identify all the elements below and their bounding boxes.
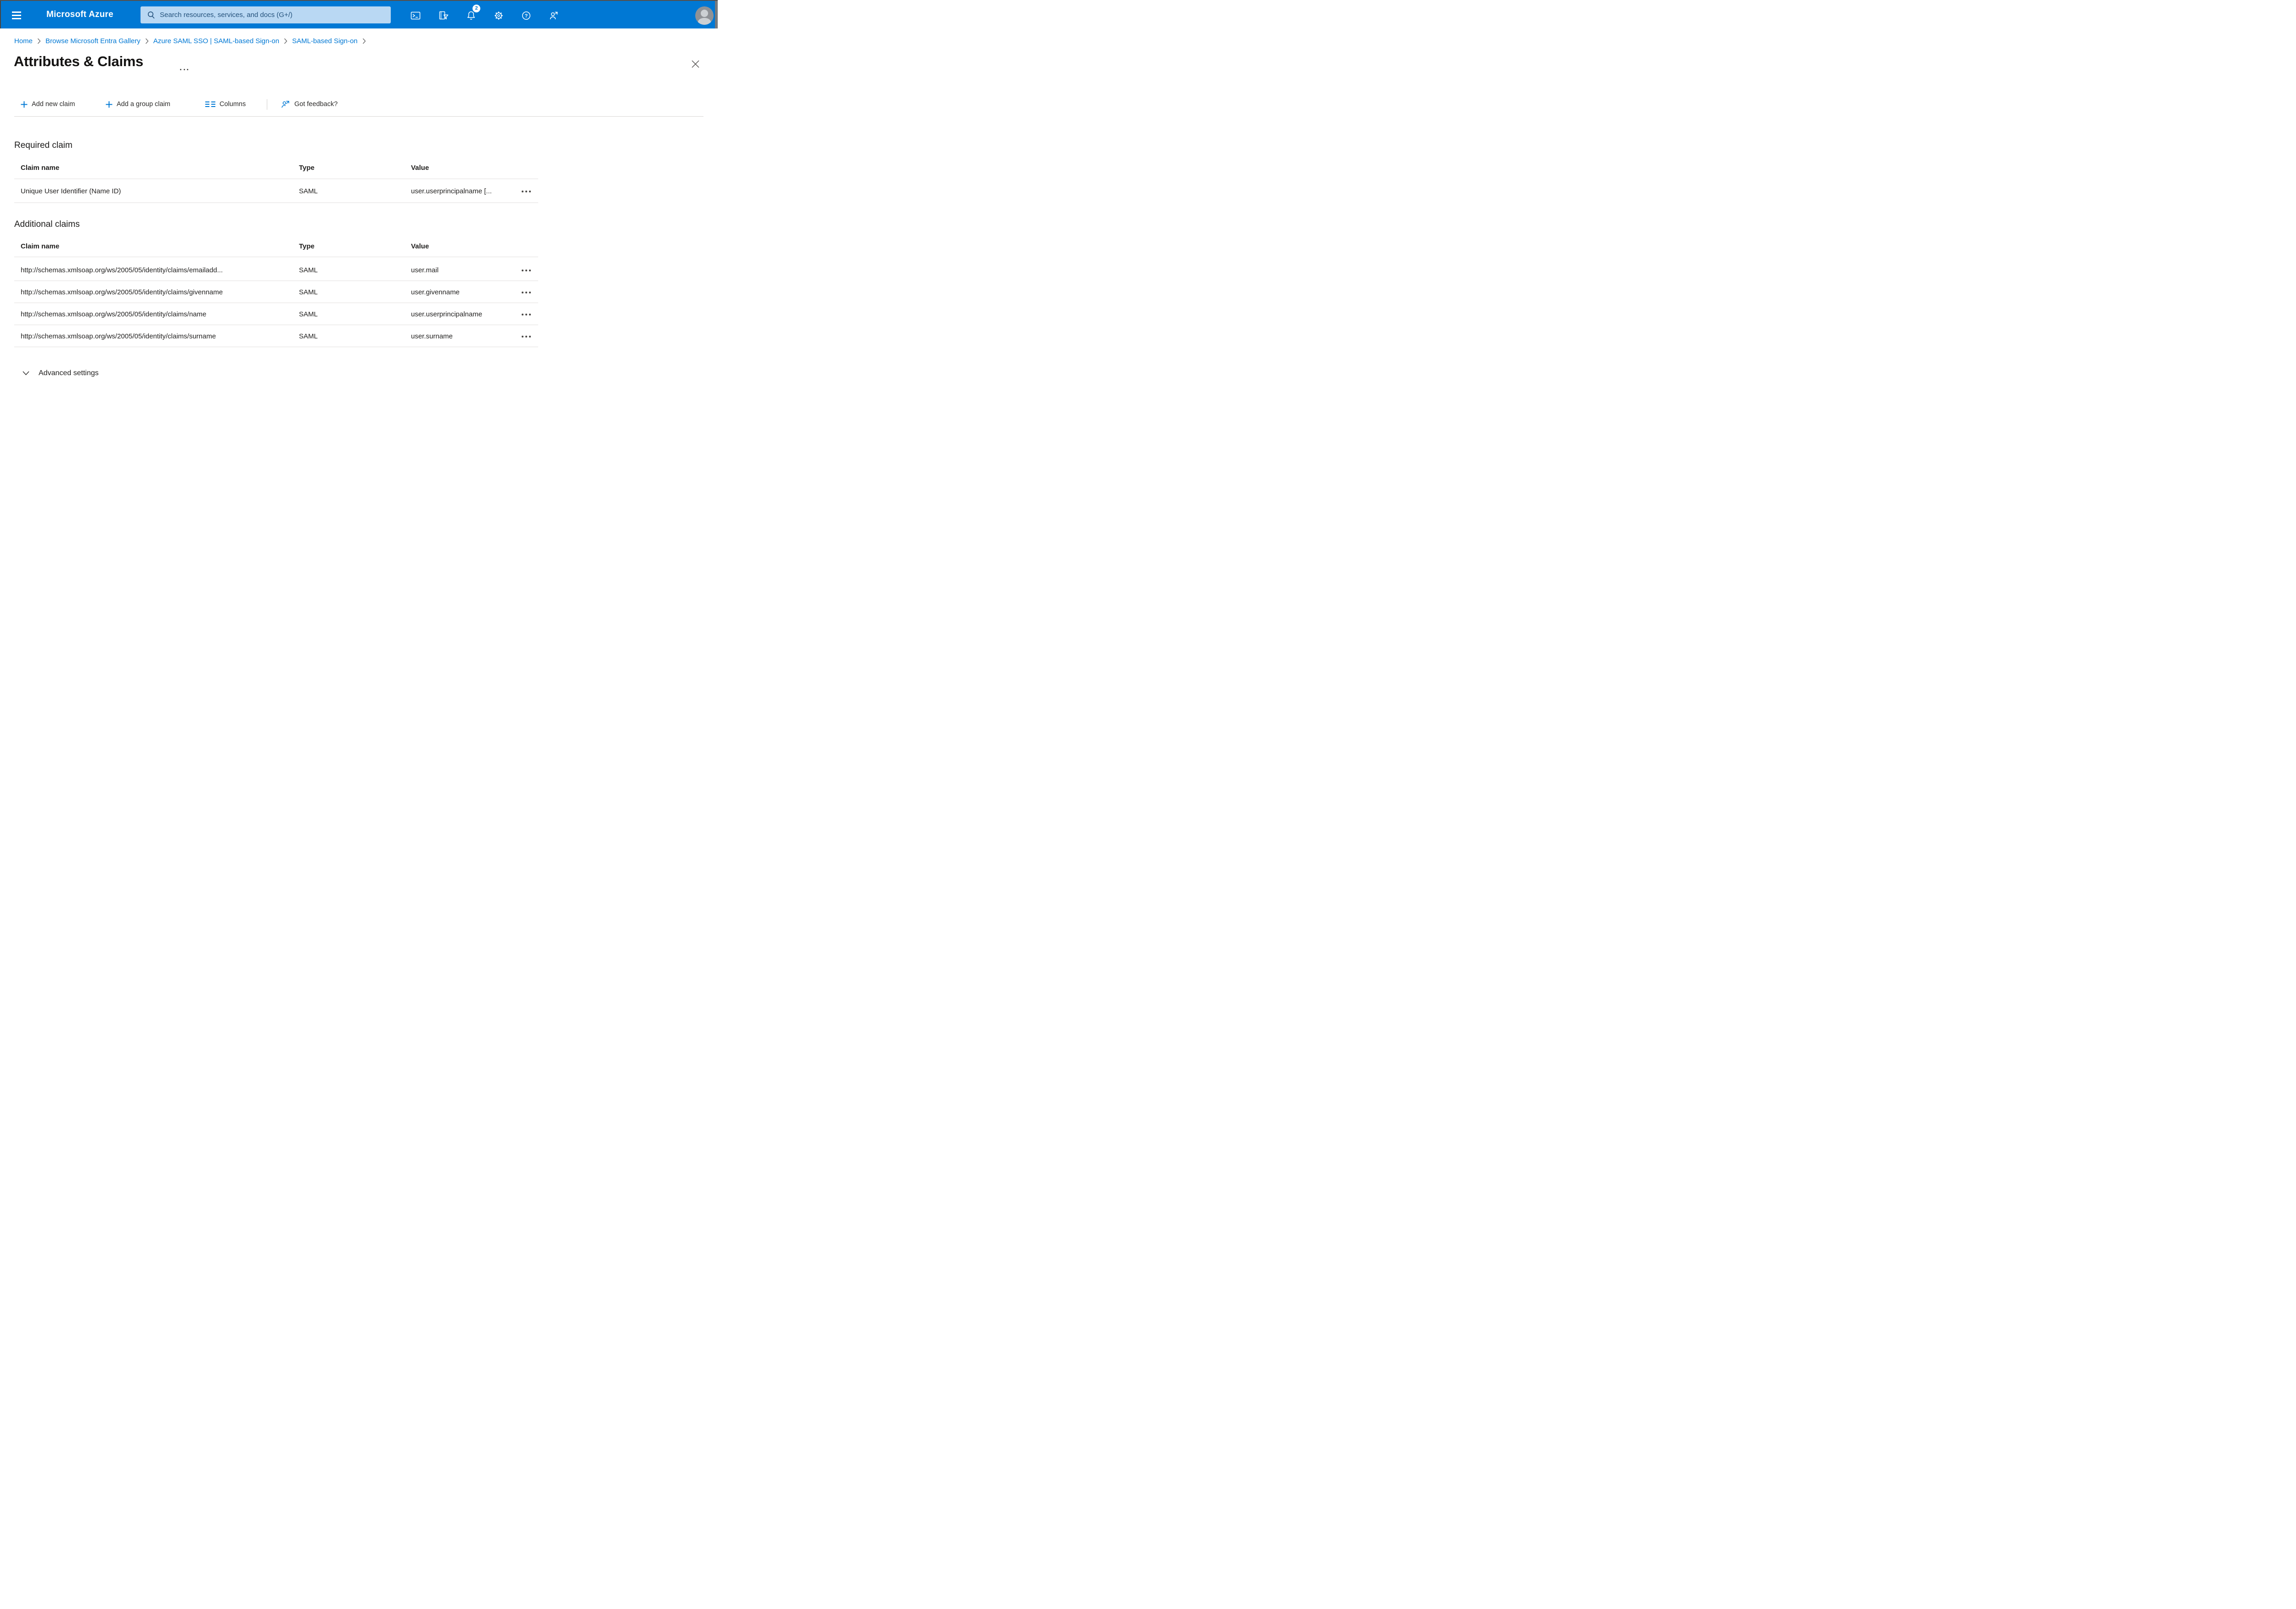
row-ellipsis-icon[interactable]: [518, 266, 535, 275]
avatar-body: [698, 18, 711, 25]
avatar[interactable]: [695, 6, 714, 25]
breadcrumb-gallery[interactable]: Browse Microsoft Entra Gallery: [45, 37, 141, 45]
search-input[interactable]: [155, 6, 391, 23]
breadcrumb: Home Browse Microsoft Entra Gallery Azur…: [14, 36, 371, 46]
more-options-icon[interactable]: [179, 68, 190, 72]
directories-filter-icon[interactable]: [438, 10, 449, 21]
topbar-right-edge: [715, 1, 718, 28]
page-title: Attributes & Claims: [14, 53, 143, 69]
column-header-type: Type: [299, 242, 315, 250]
search-icon: [148, 11, 155, 19]
svg-text:?: ?: [525, 13, 528, 19]
cloud-shell-icon[interactable]: [410, 10, 421, 21]
chevron-down-icon: [23, 371, 29, 375]
breadcrumb-app-sso[interactable]: Azure SAML SSO | SAML-based Sign-on: [153, 37, 279, 45]
add-new-claim-label: Add new claim: [32, 101, 75, 108]
settings-gear-icon[interactable]: [493, 10, 504, 21]
value-cell: user.mail: [411, 266, 439, 274]
feedback-person-icon[interactable]: [548, 10, 559, 21]
value-cell: user.userprincipalname [...: [411, 187, 492, 195]
global-search-box[interactable]: [141, 6, 391, 23]
column-header-claim-name: Claim name: [21, 242, 60, 250]
value-cell: user.givenname: [411, 288, 460, 296]
claim-name-cell[interactable]: http://schemas.xmlsoap.org/ws/2005/05/id…: [21, 287, 223, 298]
type-cell: SAML: [299, 266, 318, 274]
value-cell: user.userprincipalname: [411, 310, 483, 318]
topbar: Microsoft Azure Search resources, servic…: [0, 1, 718, 28]
window-left-edge: [0, 1, 1, 28]
chevron-right-icon: [362, 38, 366, 44]
chevron-right-icon: [145, 38, 149, 44]
brand-title[interactable]: Microsoft Azure: [46, 1, 113, 28]
row-ellipsis-icon[interactable]: [518, 310, 535, 319]
claim-name-cell[interactable]: Unique User Identifier (Name ID): [21, 186, 121, 197]
close-icon[interactable]: [690, 58, 701, 69]
value-cell: user.surname: [411, 332, 453, 340]
type-cell: SAML: [299, 310, 318, 318]
notification-badge[interactable]: 2: [473, 5, 480, 12]
chevron-right-icon: [37, 38, 41, 44]
row-ellipsis-icon[interactable]: [518, 288, 535, 297]
add-new-claim-button[interactable]: Add new claim: [21, 98, 75, 111]
breadcrumb-saml-signon[interactable]: SAML-based Sign-on: [292, 37, 358, 45]
claim-name-cell[interactable]: http://schemas.xmlsoap.org/ws/2005/05/id…: [21, 309, 206, 320]
advanced-settings-label: Advanced settings: [39, 369, 99, 377]
advanced-settings-toggle[interactable]: Advanced settings: [23, 367, 99, 379]
type-cell: SAML: [299, 187, 318, 195]
type-cell: SAML: [299, 332, 318, 340]
add-icon: [21, 101, 28, 107]
got-feedback-button[interactable]: Got feedback?: [281, 98, 338, 111]
additional-claims-heading: Additional claims: [14, 219, 80, 229]
got-feedback-label: Got feedback?: [294, 101, 338, 108]
type-cell: SAML: [299, 288, 318, 296]
toolbar-bottom-divider: [14, 116, 703, 117]
add-group-claim-label: Add a group claim: [117, 101, 170, 108]
avatar-head: [701, 10, 708, 17]
required-claim-heading: Required claim: [14, 141, 73, 150]
column-header-value: Value: [411, 242, 429, 250]
columns-button[interactable]: Columns: [205, 98, 246, 111]
got-feedback-icon: [281, 101, 289, 108]
columns-label: Columns: [219, 101, 246, 108]
chevron-right-icon: [284, 38, 287, 44]
claim-name-cell[interactable]: http://schemas.xmlsoap.org/ws/2005/05/id…: [21, 265, 223, 276]
row-ellipsis-icon[interactable]: [518, 332, 535, 341]
add-group-claim-button[interactable]: Add a group claim: [106, 98, 170, 111]
add-icon: [106, 101, 113, 107]
help-icon[interactable]: ?: [521, 10, 532, 21]
column-header-type: Type: [299, 164, 315, 172]
breadcrumb-home[interactable]: Home: [14, 37, 33, 45]
claim-name-cell[interactable]: http://schemas.xmlsoap.org/ws/2005/05/id…: [21, 331, 216, 342]
column-header-value: Value: [411, 164, 429, 172]
hamburger-menu-icon[interactable]: [12, 11, 21, 19]
columns-icon: [205, 101, 215, 107]
row-ellipsis-icon[interactable]: [518, 187, 535, 196]
azure-portal-page: Microsoft Azure Search resources, servic…: [0, 0, 718, 402]
column-header-claim-name: Claim name: [21, 164, 60, 172]
